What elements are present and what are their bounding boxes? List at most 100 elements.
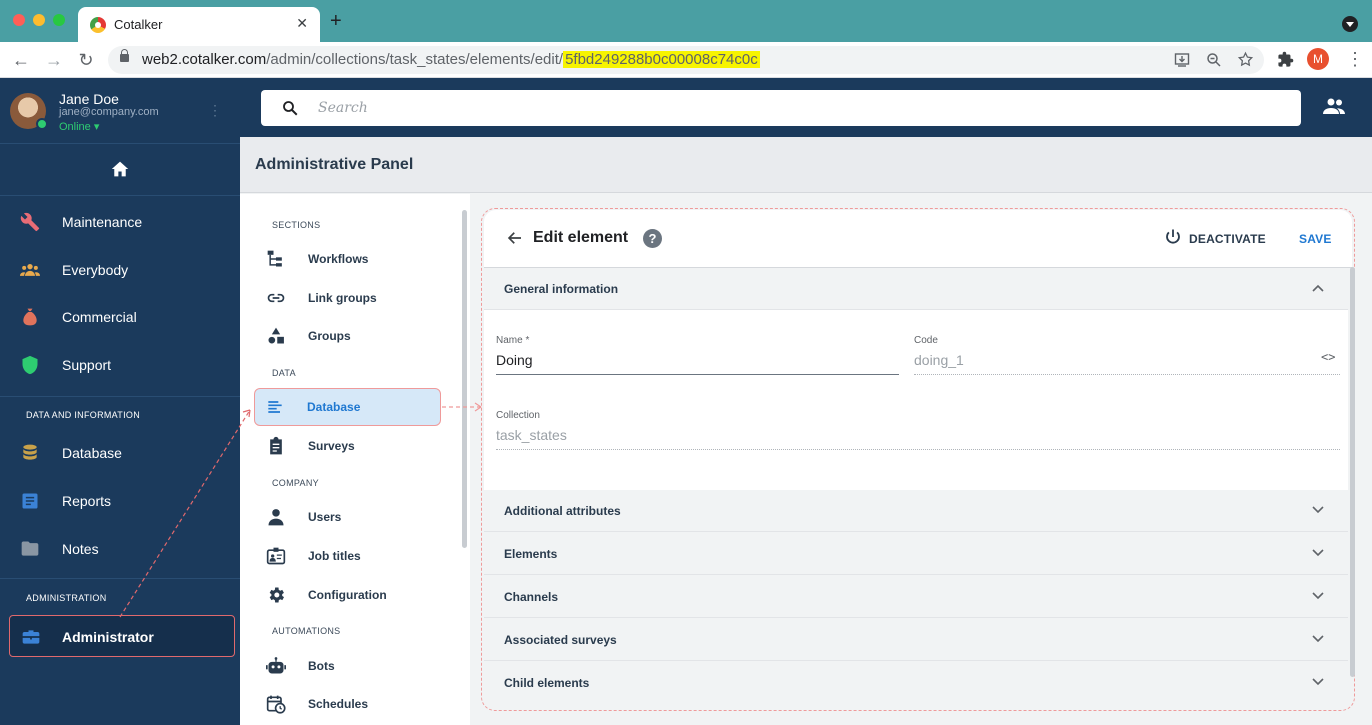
sidebar-item-administrator[interactable]: Administrator [9,615,235,657]
search-input[interactable] [318,90,1278,126]
section-item-link-groups[interactable]: Link groups [256,280,440,316]
browser-menu-icon[interactable]: ⋮ [1346,50,1364,68]
link-icon [267,293,285,303]
accordion-general-information[interactable]: General information [484,268,1348,310]
section-heading-data: DATA [272,368,296,378]
search-bar[interactable] [261,90,1301,126]
code-icon[interactable]: <> [1321,350,1335,364]
card-scrollbar[interactable] [1350,267,1355,677]
deactivate-button[interactable]: DEACTIVATE [1189,232,1266,246]
user-status-dropdown[interactable]: Online ▾ [59,120,99,133]
id-badge-icon [266,547,286,565]
bookmark-star-icon[interactable] [1237,51,1254,68]
home-icon[interactable] [110,160,130,178]
address-bar[interactable]: web2.cotalker.com/admin/collections/task… [108,46,1264,74]
section-item-job-titles[interactable]: Job titles [256,538,440,574]
clipboard-icon [270,436,282,455]
back-arrow-icon[interactable] [506,229,524,247]
install-app-icon[interactable] [1174,52,1190,68]
url-text[interactable]: web2.cotalker.com/admin/collections/task… [142,51,760,68]
accordion-label: Associated surveys [504,633,617,647]
collection-field[interactable] [496,427,896,443]
toolbox-icon [22,630,40,644]
reload-icon[interactable]: ↻ [75,49,97,71]
back-arrow-icon[interactable]: ← [10,49,32,71]
extensions-puzzle-icon[interactable] [1277,51,1294,68]
person-icon [268,509,284,526]
edit-element-title: Edit element [533,229,629,246]
workflow-icon [267,250,282,267]
code-field[interactable] [914,352,1294,368]
browser-tab-bar: Cotalker ✕ + [0,0,1372,42]
accordion-label: Additional attributes [504,504,621,518]
section-item-users[interactable]: Users [256,499,440,535]
robot-icon [266,657,286,674]
save-button[interactable]: SAVE [1299,232,1332,246]
sidebar-item-commercial[interactable]: Commercial [0,297,240,337]
sidebar-item-label: Notes [62,541,99,557]
section-item-groups[interactable]: Groups [256,318,440,354]
section-item-configuration[interactable]: Configuration [256,577,440,613]
divider [0,396,240,397]
general-information-body: Name * Code <> Collection [484,310,1348,490]
database-icon [23,444,37,460]
accordion-child-elements[interactable]: Child elements [484,662,1348,704]
divider [0,143,240,144]
report-icon [22,493,38,509]
chevron-down-icon [1312,506,1324,514]
zoom-icon[interactable] [1206,52,1222,68]
chevron-up-icon [1312,284,1324,292]
section-item-label: Workflows [308,252,369,266]
sidebar-item-everybody[interactable]: Everybody [0,250,240,290]
browser-tab[interactable]: Cotalker ✕ [78,7,320,42]
shield-icon [22,355,38,375]
window-close-button[interactable] [13,14,25,26]
section-heading-sections: SECTIONS [272,220,321,230]
section-item-database[interactable]: Database [254,388,441,426]
accordion-additional-attributes[interactable]: Additional attributes [484,490,1348,532]
new-tab-button[interactable]: + [330,11,342,31]
sections-scrollbar[interactable] [462,210,467,548]
sidebar-item-support[interactable]: Support [0,345,240,385]
app-header [240,78,1372,137]
sidebar-item-maintenance[interactable]: Maintenance [0,202,240,242]
sidebar-item-notes[interactable]: Notes [0,529,240,569]
section-item-bots[interactable]: Bots [256,648,440,684]
section-heading-company: COMPANY [272,478,319,488]
name-field-label: Name * [496,335,530,346]
profile-avatar[interactable]: M [1307,48,1329,70]
section-item-surveys[interactable]: Surveys [256,428,440,464]
forward-arrow-icon[interactable]: → [43,49,65,71]
accordion-label: Child elements [504,676,590,690]
chevron-down-icon [1312,592,1324,600]
section-item-workflows[interactable]: Workflows [256,241,440,277]
accordion-associated-surveys[interactable]: Associated surveys [484,619,1348,661]
window-minimize-button[interactable] [33,14,45,26]
help-icon[interactable]: ? [643,229,662,248]
tab-search-icon[interactable] [1342,16,1358,32]
section-heading-automations: AUTOMATIONS [272,626,341,636]
search-icon [283,101,298,116]
sidebar-item-database[interactable]: Database [0,433,240,473]
section-item-label: Schedules [308,697,369,711]
sidebar-item-reports[interactable]: Reports [0,481,240,521]
section-item-label: Database [307,400,361,414]
group-icon [20,264,40,276]
sidebar-item-label: Everybody [62,262,129,278]
contacts-icon[interactable] [1322,97,1346,115]
tab-close-icon[interactable]: ✕ [296,15,308,32]
admin-sections-menu: SECTIONS Workflows Link groups Groups DA… [240,194,470,725]
code-field-underline [914,374,1340,375]
browser-toolbar: ← → ↻ web2.cotalker.com/admin/collection… [0,42,1372,78]
name-field[interactable] [496,352,896,368]
section-heading-data-information: DATA AND INFORMATION [26,410,141,420]
power-icon[interactable] [1164,228,1182,246]
window-zoom-button[interactable] [53,14,65,26]
user-menu-icon[interactable]: ⋮ [208,102,222,119]
accordion-channels[interactable]: Channels [484,576,1348,618]
section-item-schedules[interactable]: Schedules [256,686,440,722]
accordion-label: Elements [504,547,558,561]
sidebar-item-label: Maintenance [62,214,143,230]
section-item-label: Surveys [308,439,355,453]
accordion-elements[interactable]: Elements [484,533,1348,575]
